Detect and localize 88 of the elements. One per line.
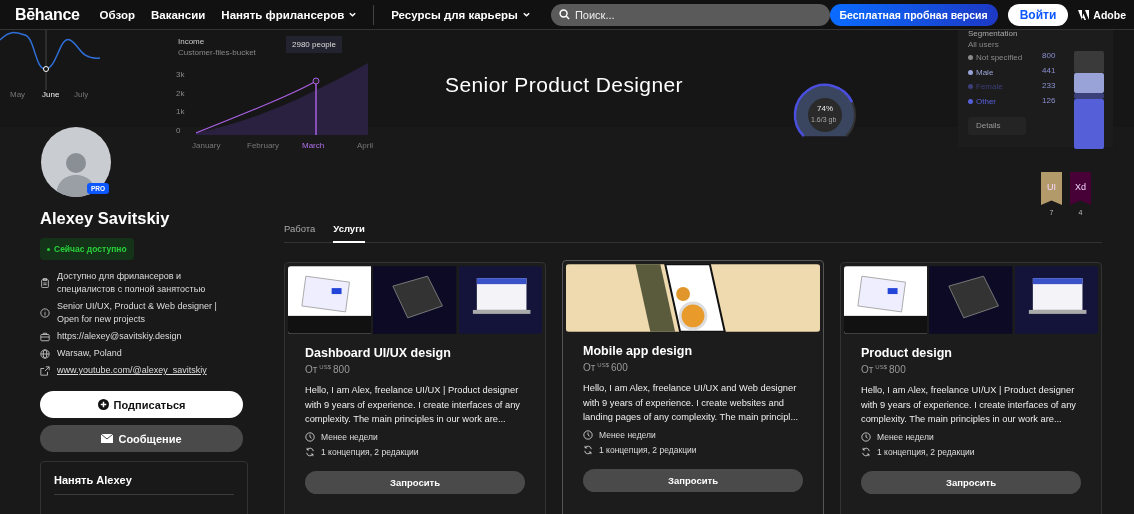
share-icon <box>40 365 50 376</box>
service-title: Product design <box>861 346 953 360</box>
legend-label: Other <box>976 96 996 106</box>
service-card[interactable] <box>284 262 546 514</box>
stacked-bar-segment <box>1074 51 1104 73</box>
bar-value: 126 <box>1042 96 1056 105</box>
refresh-icon <box>305 446 315 457</box>
chart-axis-label: 2k <box>176 88 185 98</box>
service-price: От $^{US$}$ 800 <box>305 364 351 376</box>
skill-ribbon: Xd <box>1070 172 1091 205</box>
chart-title: Income <box>178 37 205 46</box>
revisions-info: 1 концепция, 2 редакции <box>321 446 419 457</box>
info-icon <box>40 308 50 318</box>
service-card[interactable] <box>562 260 824 514</box>
revisions-info: 1 концепция, 2 редакции <box>877 446 975 457</box>
chart-axis-label: January <box>192 141 221 150</box>
tab[interactable]: Работа <box>284 223 316 243</box>
panel-subtitle: All users <box>968 40 999 49</box>
chart-axis-label: March <box>302 141 325 150</box>
search-field[interactable]: Поиск... <box>550 3 830 26</box>
service-card[interactable] <box>840 262 1102 514</box>
bar-value: 233 <box>1042 81 1056 90</box>
envelope-icon <box>101 434 114 443</box>
legend-label: Not specified <box>976 53 1023 62</box>
clipboard-icon <box>40 278 50 288</box>
profile-link[interactable]: www.youtube.com/@alexey_savitskiy <box>57 364 207 377</box>
profile-info-text: Warsaw, Poland <box>57 347 122 360</box>
hire-card-title: Нанять Alexey <box>54 474 234 495</box>
delivery-time: Менее недели <box>599 429 656 440</box>
chart-axis-label: 1k <box>176 107 185 116</box>
nav-link[interactable]: Ресурсы для карьеры <box>391 8 531 21</box>
chart-subtitle: Customer-files-bucket <box>178 48 256 57</box>
panel-title: Segmentation <box>968 29 1018 38</box>
service-title: Dashboard UI/UX design <box>305 346 452 360</box>
follow-button[interactable]: Подписаться <box>40 391 243 418</box>
service-description: Hello, I am Alex, freelance UI/UX | Product designer with 9 years of experience. I create interfaces of any complexity. The main principles in our work are... <box>861 384 1077 427</box>
clock-icon <box>861 431 871 442</box>
plus-icon <box>97 399 109 410</box>
nav-link[interactable]: Обзор <box>99 8 135 21</box>
request-button[interactable]: Запросить <box>305 470 525 494</box>
delivery-time: Менее недели <box>877 431 934 442</box>
service-title: Mobile app design <box>583 344 694 358</box>
tab[interactable]: Услуги <box>333 223 365 243</box>
service-price: От $^{US$}$ 800 <box>861 364 907 376</box>
chart-axis-label: April <box>357 141 373 150</box>
nav-link[interactable]: Нанять фрилансеров <box>221 8 358 21</box>
message-button[interactable]: Сообщение <box>40 425 243 452</box>
refresh-icon <box>583 444 593 455</box>
profile-info-text: Доступно для фрилансеров и специалистов с полной занятостью <box>57 270 207 296</box>
skill-ribbon: UI <box>1041 172 1062 205</box>
service-description: Hello, I am Alex, freelance UI/UX | Product designer with 9 years of experience. I create interfaces of any complexity. The main principles in our work are... <box>305 384 521 427</box>
briefcase-icon <box>40 331 50 342</box>
legend-label: Male <box>976 67 994 77</box>
profile-info-text: Senior UI/UX, Product & Web designer | Open for new projects <box>57 300 218 326</box>
chevron-down-icon <box>521 10 531 19</box>
chart-axis-label: July <box>74 90 89 99</box>
service-description: Hello, I am Alex, freelance UI/UX and Web designer with 9 years of experience. I create websites and landing pages of any complexity. The main principl... <box>583 382 800 425</box>
chart-axis-label: 0 <box>176 125 181 135</box>
revisions-info: 1 концепция, 2 редакции <box>599 444 697 455</box>
availability-status: Сейчас доступно <box>40 238 134 260</box>
bar-value: 800 <box>1042 51 1056 60</box>
chart-axis-label: June <box>42 90 60 99</box>
logo[interactable]: Bēhance <box>15 5 80 24</box>
profile-info-text: https://alexey@savitskiy.design <box>57 330 182 343</box>
chart-axis-label: May <box>10 90 26 99</box>
free-trial-button[interactable]: Бесплатная пробная версия <box>829 3 998 26</box>
delivery-time: Менее недели <box>321 431 378 442</box>
clock-icon <box>583 429 593 440</box>
request-button[interactable]: Запросить <box>583 468 803 492</box>
adobe-logo-icon <box>1078 9 1090 20</box>
globe-icon <box>40 348 50 359</box>
bar-value: 441 <box>1042 66 1056 75</box>
profile-name: Alexey Savitskiy <box>40 209 171 228</box>
cover-title: Senior Product Designer <box>445 73 683 97</box>
clock-icon <box>305 431 315 442</box>
login-button[interactable]: Войти <box>1007 3 1069 26</box>
request-button[interactable]: Запросить <box>861 470 1081 494</box>
chart-axis-label: February <box>247 141 279 150</box>
service-price: От $^{US$}$ 600 <box>583 362 629 374</box>
chart-axis-label: 3k <box>176 70 185 79</box>
chevron-down-icon <box>348 10 358 19</box>
chart-tooltip: 2980 people <box>286 36 343 53</box>
gauge-value: 74% <box>817 104 833 113</box>
refresh-icon <box>861 446 871 457</box>
legend-label: Female <box>976 82 1003 91</box>
nav-link[interactable]: Вакансии <box>151 8 206 21</box>
adobe-link[interactable]: Adobe <box>1078 8 1126 21</box>
search-icon <box>558 8 570 20</box>
